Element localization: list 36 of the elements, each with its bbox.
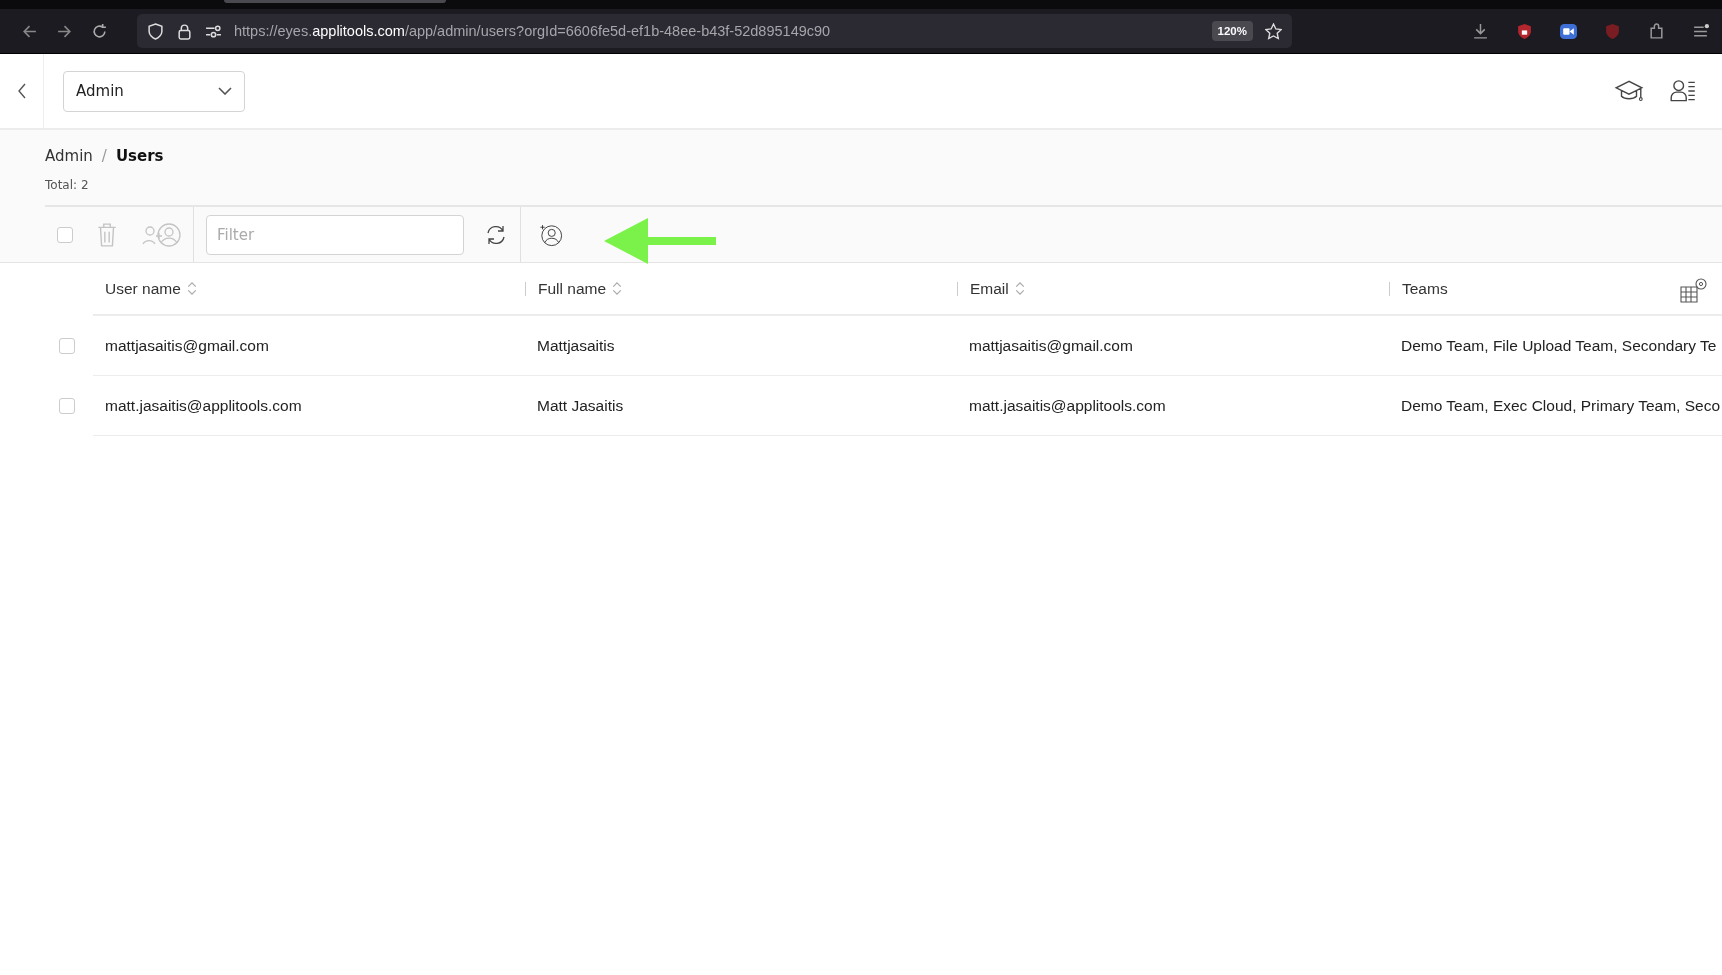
graduation-cap-icon[interactable] (1614, 78, 1644, 104)
url-text: https://eyes.applitools.com/app/admin/users?orgId=6606fe5d-ef1b-48ee-b43f-52d895149c90 (234, 23, 832, 39)
table-cell: Demo Team, Exec Cloud, Primary Team, Seco (1401, 396, 1721, 415)
column-header[interactable]: Full name (538, 279, 607, 298)
row-checkbox[interactable] (59, 337, 75, 354)
zoom-level[interactable]: 120% (1211, 21, 1253, 41)
section-dropdown[interactable]: Admin (63, 70, 245, 112)
chevron-down-icon (218, 87, 232, 95)
address-bar[interactable]: https://eyes.applitools.com/app/admin/users?orgId=6606fe5d-ef1b-48ee-b43f-52d895149c90 120% (137, 14, 1292, 48)
download-icon[interactable] (1472, 22, 1489, 40)
row-checkbox[interactable] (59, 397, 75, 414)
column-header[interactable]: Email (970, 279, 1009, 298)
back-icon[interactable] (16, 82, 27, 100)
filter-field[interactable]: Filter (206, 214, 464, 255)
sliders-icon[interactable] (205, 22, 222, 40)
video-camera-icon[interactable] (1560, 22, 1577, 40)
table-cell: mattjasaitis@gmail.com (969, 336, 1133, 355)
reload-icon[interactable] (91, 22, 108, 40)
table-cell: matt.jasaitis@applitools.com (105, 396, 302, 415)
table-settings-icon[interactable] (1680, 277, 1708, 303)
shield-icon[interactable] (147, 22, 164, 40)
column-header[interactable]: User name (105, 279, 181, 298)
table-cell: mattjasaitis@gmail.com (105, 336, 269, 355)
star-icon[interactable] (1265, 22, 1282, 40)
table-cell: Demo Team, File Upload Team, Secondary Te (1401, 336, 1717, 355)
column-header: Teams (1402, 279, 1448, 298)
breadcrumb-separator: / (101, 147, 107, 165)
total-count: Total: 2 (45, 178, 90, 192)
shield-lock-icon[interactable] (1516, 22, 1533, 40)
table-cell: Matt Jasaitis (537, 396, 624, 415)
table-cell: Mattjasaitis (537, 336, 615, 355)
select-all-checkbox[interactable] (57, 226, 73, 243)
table-cell: matt.jasaitis@applitools.com (969, 396, 1166, 415)
user-list-icon[interactable] (1668, 78, 1698, 104)
lock-icon[interactable] (176, 22, 193, 40)
breadcrumb-link[interactable]: Admin (45, 147, 93, 165)
